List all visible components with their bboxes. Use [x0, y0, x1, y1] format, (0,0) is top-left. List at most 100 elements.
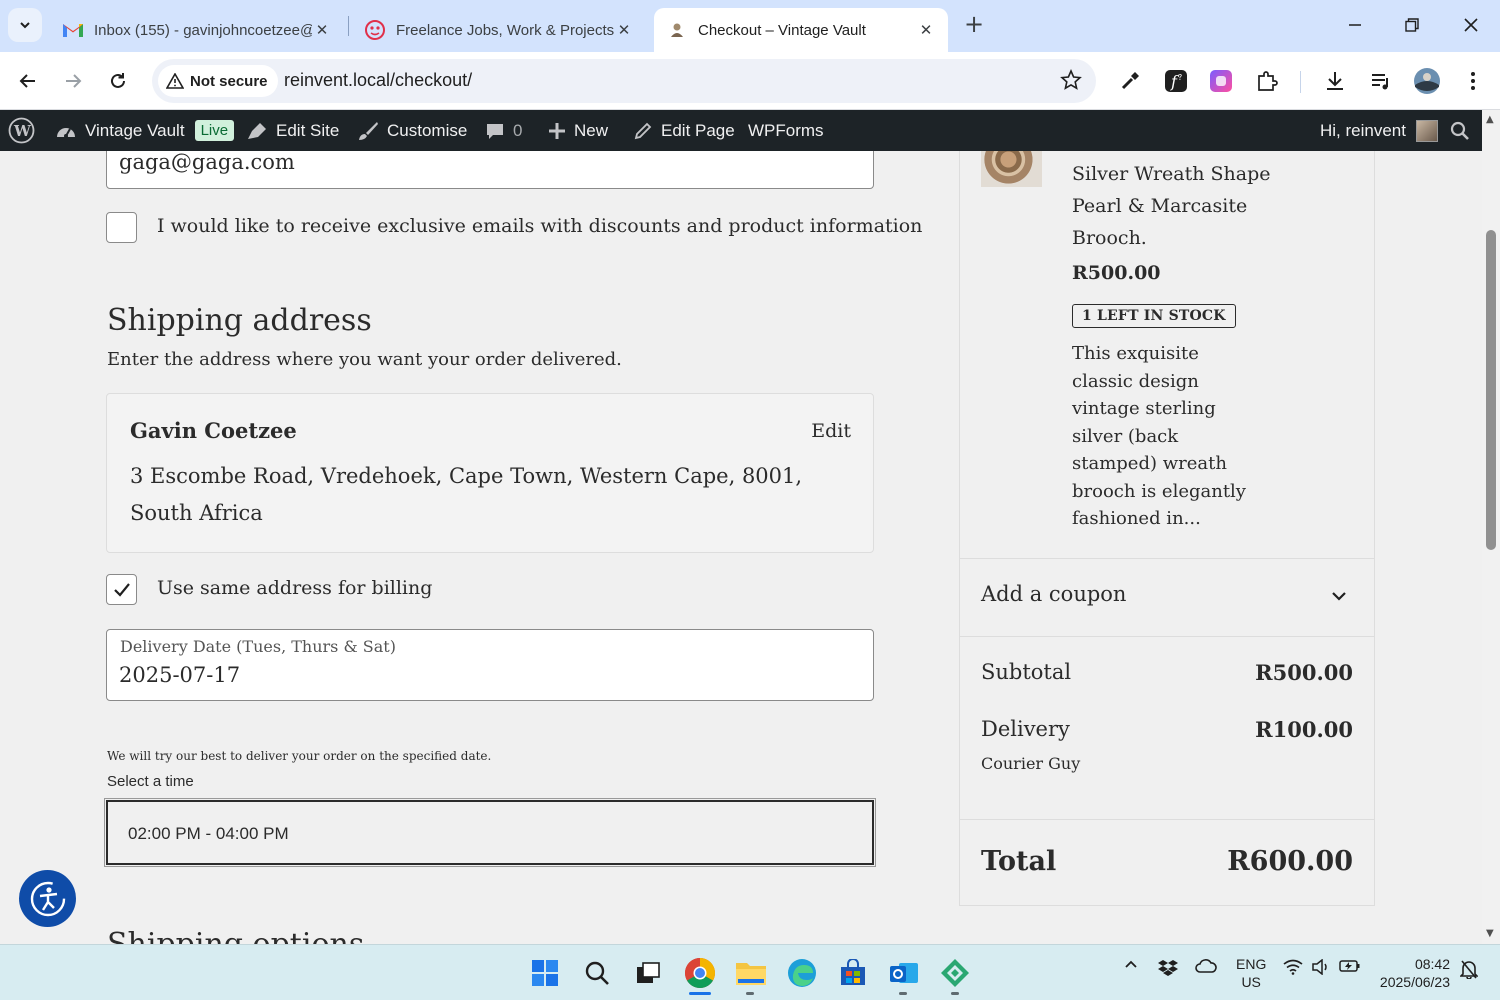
vintage-vault-icon	[666, 19, 688, 41]
taskbar-search-button[interactable]	[579, 955, 615, 991]
email-field[interactable]: gaga@gaga.com	[106, 151, 874, 189]
delivery-time-select[interactable]: 02:00 PM - 04:00 PM	[104, 798, 876, 867]
shipping-options-heading: Shipping options	[107, 927, 364, 944]
chevron-down-icon[interactable]	[1330, 590, 1348, 602]
add-coupon-toggle[interactable]: Add a coupon	[981, 582, 1126, 606]
volume-tray[interactable]	[1310, 959, 1332, 975]
minimize-icon	[1349, 24, 1361, 26]
site-name-link[interactable]: Vintage Vault Live	[55, 110, 235, 151]
order-summary: Silver Wreath Shape Pearl & Marcasite Br…	[959, 151, 1375, 906]
reload-icon	[111, 73, 125, 88]
font-extension[interactable]: f?	[1159, 64, 1193, 98]
edit-site-link[interactable]: Edit Site	[246, 110, 339, 151]
total-label: Total	[981, 846, 1057, 877]
taskbar-edge[interactable]	[784, 955, 820, 991]
delivery-value: R100.00	[1255, 717, 1353, 742]
new-tab-button[interactable]: +	[961, 12, 987, 38]
restore-button[interactable]	[1397, 10, 1427, 40]
edit-page-label: Edit Page	[661, 120, 735, 140]
delivery-date-field[interactable]: Delivery Date (Tues, Thurs & Sat) 2025-0…	[106, 629, 874, 701]
svg-text:W: W	[13, 122, 32, 140]
url-text[interactable]: reinvent.local/checkout/	[284, 70, 472, 91]
user-account-menu[interactable]: Hi, reinvent	[1320, 110, 1438, 151]
taskbar-app-green[interactable]	[937, 955, 973, 991]
summary-divider	[960, 636, 1374, 637]
show-hidden-icons-button[interactable]	[1122, 959, 1140, 969]
tab-checkout[interactable]: Checkout – Vintage Vault ✕	[654, 8, 948, 52]
tab-gmail[interactable]: Inbox (155) - gavinjohncoetzee@ ✕	[50, 8, 344, 52]
edit-page-link[interactable]: Edit Page	[633, 110, 735, 151]
close-icon[interactable]: ✕	[916, 21, 936, 39]
taskbar-chrome[interactable]	[682, 955, 718, 991]
plus-icon	[549, 122, 565, 139]
input-language-indicator[interactable]: ENG US	[1236, 955, 1266, 991]
tab-search-button[interactable]	[8, 8, 42, 42]
lang-line2: US	[1241, 974, 1261, 990]
profile-avatar[interactable]	[1410, 64, 1444, 98]
scrollbar-thumb[interactable]	[1486, 230, 1496, 550]
start-button[interactable]	[527, 955, 563, 991]
new-content-link[interactable]: New	[548, 110, 608, 151]
delivery-label: Delivery	[981, 717, 1070, 741]
svg-text:?: ?	[1178, 73, 1182, 82]
taskbar-clock[interactable]: 08:42 2025/06/23	[1370, 955, 1450, 991]
subtotal-value: R500.00	[1255, 660, 1353, 685]
checkmark-icon	[113, 582, 130, 597]
downloads-button[interactable]	[1318, 64, 1352, 98]
wp-admin-bar: W Vintage Vault Live Edit Site Customise…	[0, 110, 1500, 151]
customise-link[interactable]: Customise	[357, 110, 467, 151]
taskbar-outlook[interactable]	[886, 955, 922, 991]
onedrive-tray[interactable]	[1194, 959, 1218, 973]
security-label: Not secure	[190, 72, 268, 90]
minimize-button[interactable]	[1340, 10, 1370, 40]
scroll-down-icon[interactable]: ▼	[1486, 928, 1494, 939]
extensions-button[interactable]	[1250, 64, 1284, 98]
close-window-button[interactable]	[1456, 10, 1486, 40]
comments-link[interactable]: 0	[485, 110, 522, 151]
dashboard-gauge-icon	[57, 127, 75, 138]
site-info-button[interactable]: Not secure	[158, 65, 278, 97]
accessibility-button[interactable]	[19, 870, 76, 927]
outlook-icon	[890, 963, 918, 983]
marketing-optin-checkbox[interactable]	[106, 212, 137, 243]
notifications-button[interactable]	[1458, 959, 1480, 979]
dropbox-tray[interactable]	[1157, 959, 1179, 977]
taskbar-file-explorer[interactable]	[733, 955, 769, 991]
task-view-button[interactable]	[630, 955, 666, 991]
close-icon[interactable]: ✕	[312, 21, 332, 39]
edit-address-link[interactable]: Edit	[811, 420, 851, 442]
same-billing-label: Use same address for billing	[157, 577, 433, 599]
admin-search-button[interactable]	[1450, 110, 1478, 151]
page-scrollbar[interactable]: ▲ ▼	[1482, 110, 1500, 944]
close-icon	[1464, 18, 1478, 32]
reload-button[interactable]	[102, 65, 134, 97]
wpforms-link[interactable]: WPForms	[748, 110, 824, 151]
close-icon[interactable]: ✕	[614, 21, 634, 39]
address-bar[interactable]: Not secure reinvent.local/checkout/	[152, 59, 1096, 103]
windows-taskbar: ENG US 08:42 2025/06/23	[0, 944, 1500, 1000]
media-controls-button[interactable]	[1364, 64, 1398, 98]
browser-menu-button[interactable]	[1456, 64, 1490, 98]
bookmark-star-icon[interactable]	[1060, 68, 1082, 95]
eyedropper-icon	[1121, 72, 1139, 90]
edge-icon	[788, 959, 816, 987]
forward-button[interactable]	[57, 65, 89, 97]
network-tray[interactable]	[1282, 959, 1304, 975]
lang-line1: ENG	[1236, 956, 1267, 972]
back-button[interactable]	[12, 65, 44, 97]
paintbrush-icon	[359, 121, 378, 140]
gradient-extension[interactable]	[1204, 64, 1238, 98]
speaker-icon	[1312, 959, 1327, 975]
tab-freelancer[interactable]: Freelance Jobs, Work & Projects ✕	[352, 8, 646, 52]
taskbar-store[interactable]	[835, 955, 871, 991]
shipping-address-card: Gavin Coetzee Edit 3 Escombe Road, Vrede…	[106, 393, 874, 553]
pencil-icon	[634, 122, 652, 139]
eyedropper-extension[interactable]	[1113, 64, 1147, 98]
gmail-icon	[62, 19, 84, 41]
freelancer-icon	[364, 19, 386, 41]
cloud-icon	[1195, 959, 1217, 973]
scroll-up-icon[interactable]: ▲	[1486, 114, 1494, 125]
wordpress-logo-button[interactable]: W	[8, 110, 43, 151]
same-billing-checkbox[interactable]	[106, 574, 137, 605]
battery-tray[interactable]	[1338, 959, 1362, 973]
